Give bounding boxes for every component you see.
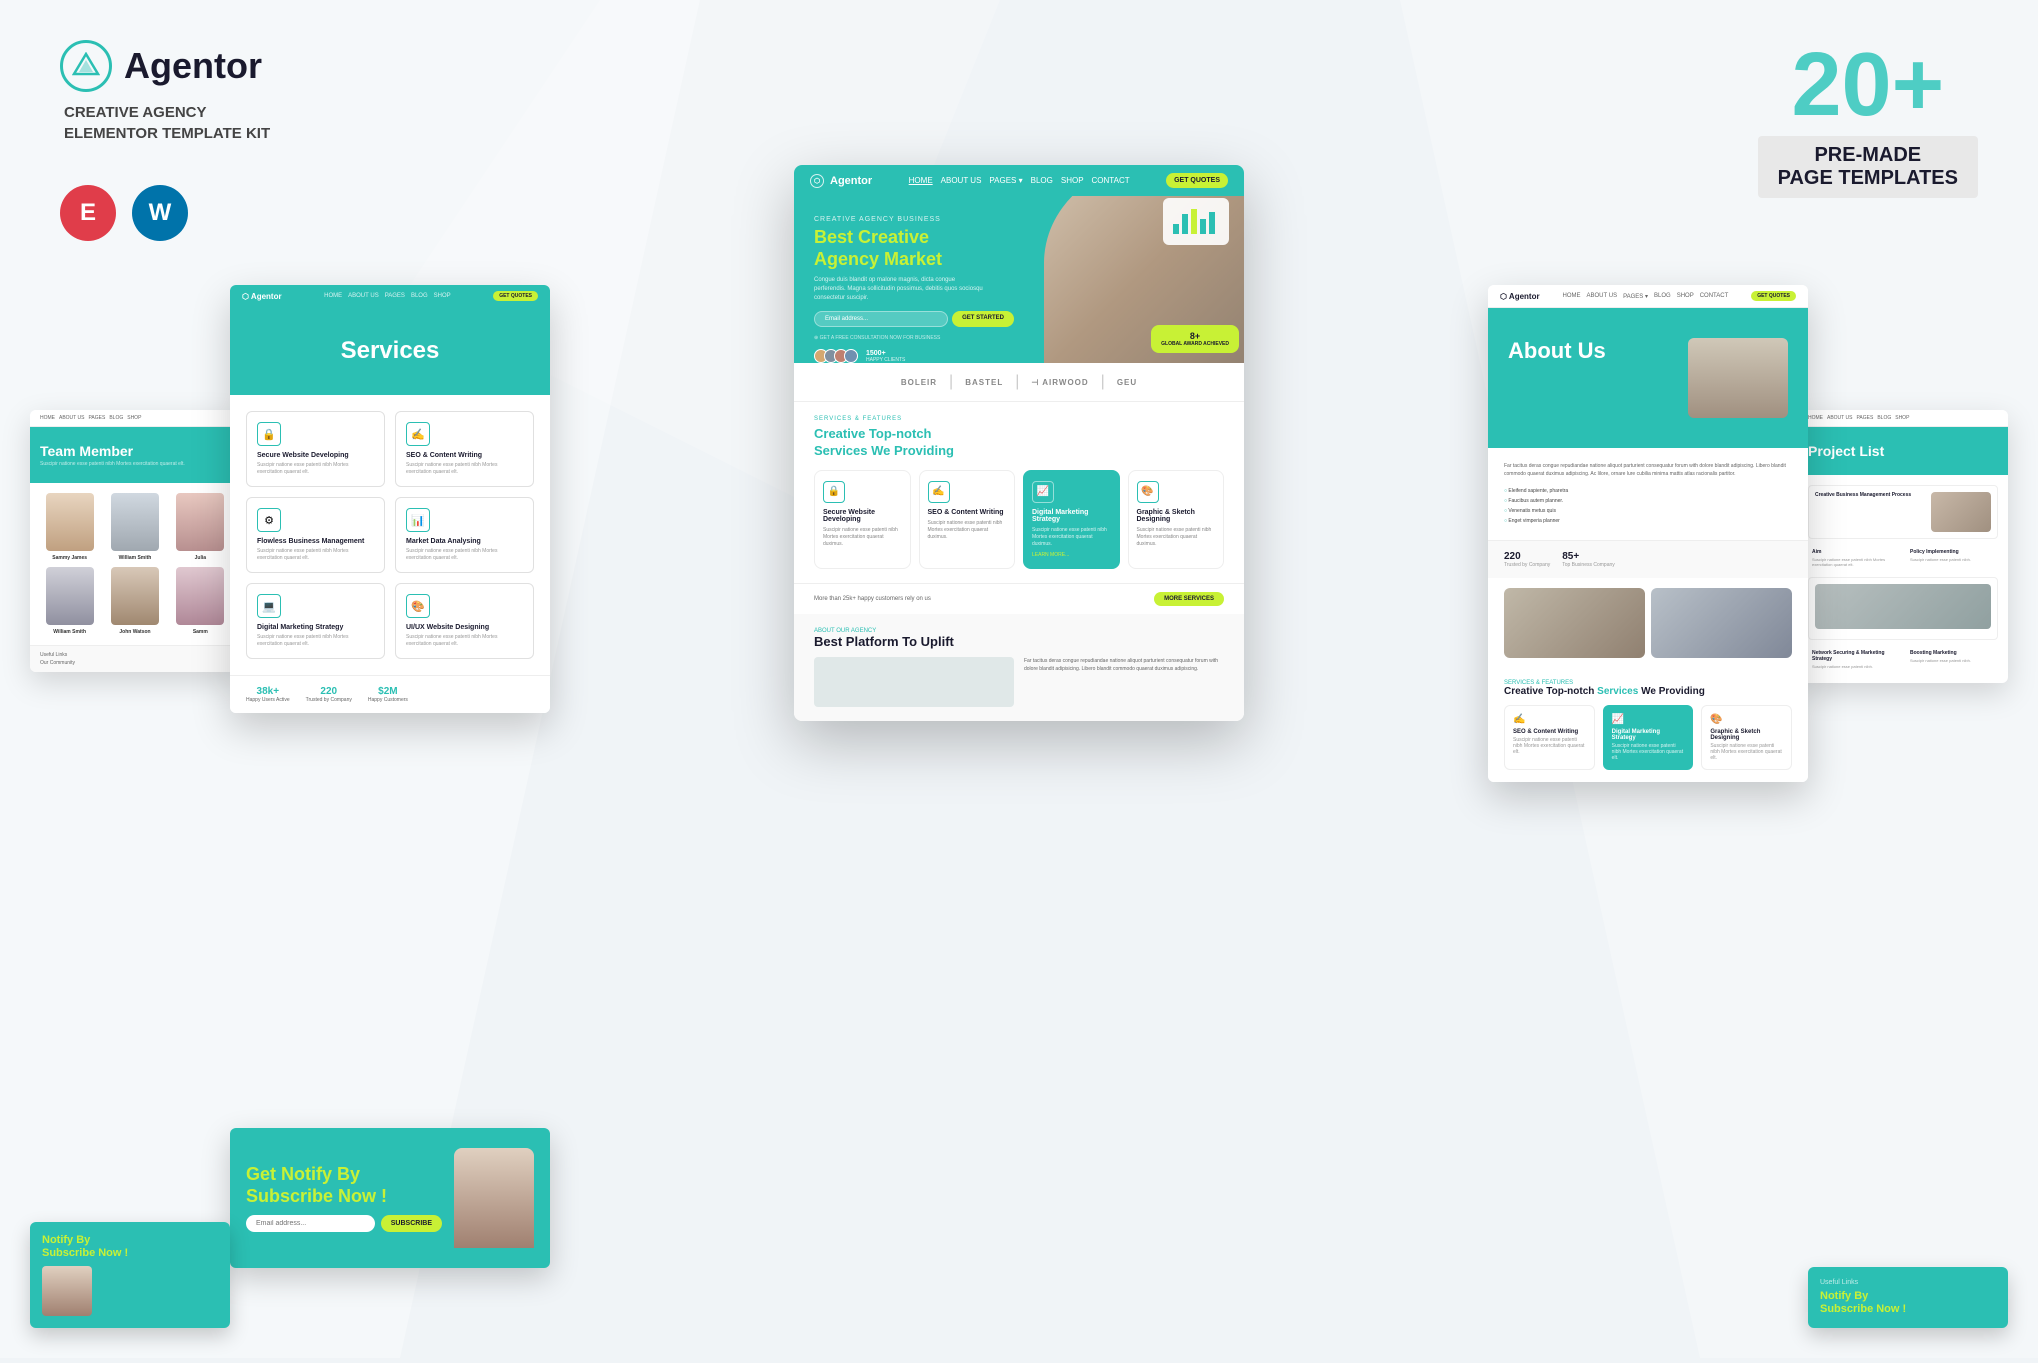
badge-icons-row: E W: [60, 185, 188, 241]
team-member-4: William Smith: [40, 567, 99, 635]
about-hero-image: [1688, 338, 1788, 418]
service-card-2: ✍ SEO & Content Writing Suscipir natione…: [395, 411, 534, 487]
project-item-3: Policy Implementing Suscipir natione ess…: [1906, 545, 1998, 571]
hero-title: Best Creative Agency Market: [814, 227, 1014, 270]
team-members-grid: Sammy James William Smith Julia William …: [30, 483, 240, 645]
subscribe-person-image: [454, 1148, 534, 1248]
project-hero: Project List: [1798, 427, 2008, 475]
team-hero: Team Member Suscipir natione esse patent…: [30, 427, 240, 483]
services-stats: 38k+ Happy Users Active 220 Trusted by C…: [230, 675, 550, 713]
service-card-secure: 🔒 Secure Website Developing Suscipir nat…: [814, 470, 911, 569]
about-page-mockup: ⬡ Agentor HOMEABOUT USPAGES ▾BLOGSHOPCON…: [1488, 285, 1808, 782]
about-preview-section: ABOUT OUR AGENCY Best Platform To Uplift…: [794, 614, 1244, 721]
subscribe-email-input[interactable]: [246, 1215, 375, 1232]
logo-row: Agentor: [60, 40, 270, 92]
about-nav: ⬡ Agentor HOMEABOUT USPAGES ▾BLOGSHOPCON…: [1488, 285, 1808, 308]
about-services-preview: SERVICES & FEATURES Creative Top-notch S…: [1488, 668, 1808, 782]
brand-name: Agentor: [124, 45, 262, 87]
project-item-1: Creative Business Management Process: [1808, 485, 1998, 539]
more-services-row: More than 25k+ happy customers rely on u…: [794, 583, 1244, 614]
team-member-2: William Smith: [105, 493, 164, 561]
service-card-4: 📊 Market Data Analysing Suscipir natione…: [395, 497, 534, 573]
team-member-6: Samm: [171, 567, 230, 635]
project-item-5: Boosting Marketing Suscipir natione esse…: [1906, 646, 1998, 673]
services-hero: Services: [230, 307, 550, 395]
service-card-6: 🎨 UI/UX Website Designing Suscipir natio…: [395, 583, 534, 659]
project-item-team-photo: [1808, 577, 1998, 640]
services-title: Services: [250, 337, 530, 365]
hero-email-input[interactable]: Email address...: [814, 311, 948, 327]
team-member-1: Sammy James: [40, 493, 99, 561]
logo-icon: [60, 40, 112, 92]
about-service-3: 🎨 Graphic & Sketch Designing Suscipir na…: [1701, 705, 1792, 770]
templates-badge: 20+ PRE-MADE PAGE TEMPLATES: [1758, 40, 1978, 198]
project-page-mockup: HOMEABOUT USPAGESBLOGSHOP Project List C…: [1798, 410, 2008, 683]
service-card-3: ⚙ Flowless Business Management Suscipir …: [246, 497, 385, 573]
main-nav: ⬡ Agentor HOME ABOUT US PAGES ▾ BLOG SHO…: [794, 165, 1244, 196]
service-card-seo: ✍ SEO & Content Writing Suscipir natione…: [919, 470, 1016, 569]
award-badge: 8+ GLOBAL AWARD ACHIEVED: [1151, 325, 1239, 353]
service-cards-row: 🔒 Secure Website Developing Suscipir nat…: [814, 470, 1224, 569]
brand-tagline: CREATIVE AGENCY ELEMENTOR TEMPLATE KIT: [64, 102, 270, 144]
service-card-5: 💻 Digital Marketing Strategy Suscipir na…: [246, 583, 385, 659]
project-list: Creative Business Management Process Aim…: [1798, 475, 2008, 683]
hero-section: CREATIVE AGENCY BUSINESS Best Creative A…: [794, 196, 1244, 363]
clients-row: BOLEIR | BASTEL | ⊣ AIRWOOD | GEU: [794, 363, 1244, 402]
hero-cta-button[interactable]: GET STARTED: [952, 311, 1014, 327]
wordpress-badge: W: [132, 185, 188, 241]
more-services-button[interactable]: MORE SERVICES: [1154, 592, 1224, 606]
services-grid: 🔒 Secure Website Developing Suscipir nat…: [230, 395, 550, 675]
services-nav: ⬡ Agentor HOMEABOUT USPAGESBLOGSHOP GET …: [230, 285, 550, 307]
badge-number: 20+: [1758, 40, 1978, 130]
services-heading: Creative Top-notch Services We Providing: [814, 426, 1224, 460]
team-page-mockup: HOMEABOUT USPAGESBLOGSHOP Team Member Su…: [30, 410, 240, 672]
subscribe-btn[interactable]: SUBSCRIBE: [381, 1215, 442, 1232]
service-card-digital: 📈 Digital Marketing Strategy Suscipir na…: [1023, 470, 1120, 569]
team-member-3: Julia: [171, 493, 230, 561]
services-page-mockup: ⬡ Agentor HOMEABOUT USPAGESBLOGSHOP GET …: [230, 285, 550, 713]
subscribe-text: Get Notify By Subscribe Now !: [246, 1164, 442, 1207]
small-subscribe-person: [42, 1266, 92, 1316]
subscribe-right: Useful Links Notify By Subscribe Now !: [1808, 1267, 2008, 1328]
about-content: Far tacitus deras congue repudiandae nat…: [1488, 448, 1808, 540]
chart-overlay: [1163, 198, 1229, 245]
header: Agentor CREATIVE AGENCY ELEMENTOR TEMPLA…: [60, 40, 270, 144]
elementor-badge: E: [60, 185, 116, 241]
service-card-1: 🔒 Secure Website Developing Suscipir nat…: [246, 411, 385, 487]
main-homepage-mockup: ⬡ Agentor HOME ABOUT US PAGES ▾ BLOG SHO…: [794, 165, 1244, 721]
project-item-2: Aim Suscipir natione esse patenti nibh M…: [1808, 545, 1900, 571]
subscribe-section: Get Notify By Subscribe Now ! SUBSCRIBE: [230, 1128, 550, 1268]
about-team-photos: [1488, 578, 1808, 668]
service-card-graphic: 🎨 Graphic & Sketch Designing Suscipir na…: [1128, 470, 1225, 569]
about-service-1: ✍ SEO & Content Writing Suscipir natione…: [1504, 705, 1595, 770]
about-hero: About Us: [1488, 308, 1808, 448]
services-section: SERVICES & FEATURES Creative Top-notch S…: [794, 402, 1244, 583]
about-image-placeholder: [814, 657, 1014, 707]
about-service-2: 📈 Digital Marketing Strategy Suscipir na…: [1603, 705, 1694, 770]
badge-description: PRE-MADE PAGE TEMPLATES: [1758, 136, 1978, 198]
main-nav-cta[interactable]: GET QUOTES: [1166, 173, 1228, 188]
about-stats: 220 Trusted by Company 85+ Top Business …: [1488, 540, 1808, 578]
small-subscribe-left: Notify By Subscribe Now !: [30, 1222, 230, 1328]
team-member-5: John Watson: [105, 567, 164, 635]
project-item-4: Network Securing & Marketing Strategy Su…: [1808, 646, 1900, 673]
